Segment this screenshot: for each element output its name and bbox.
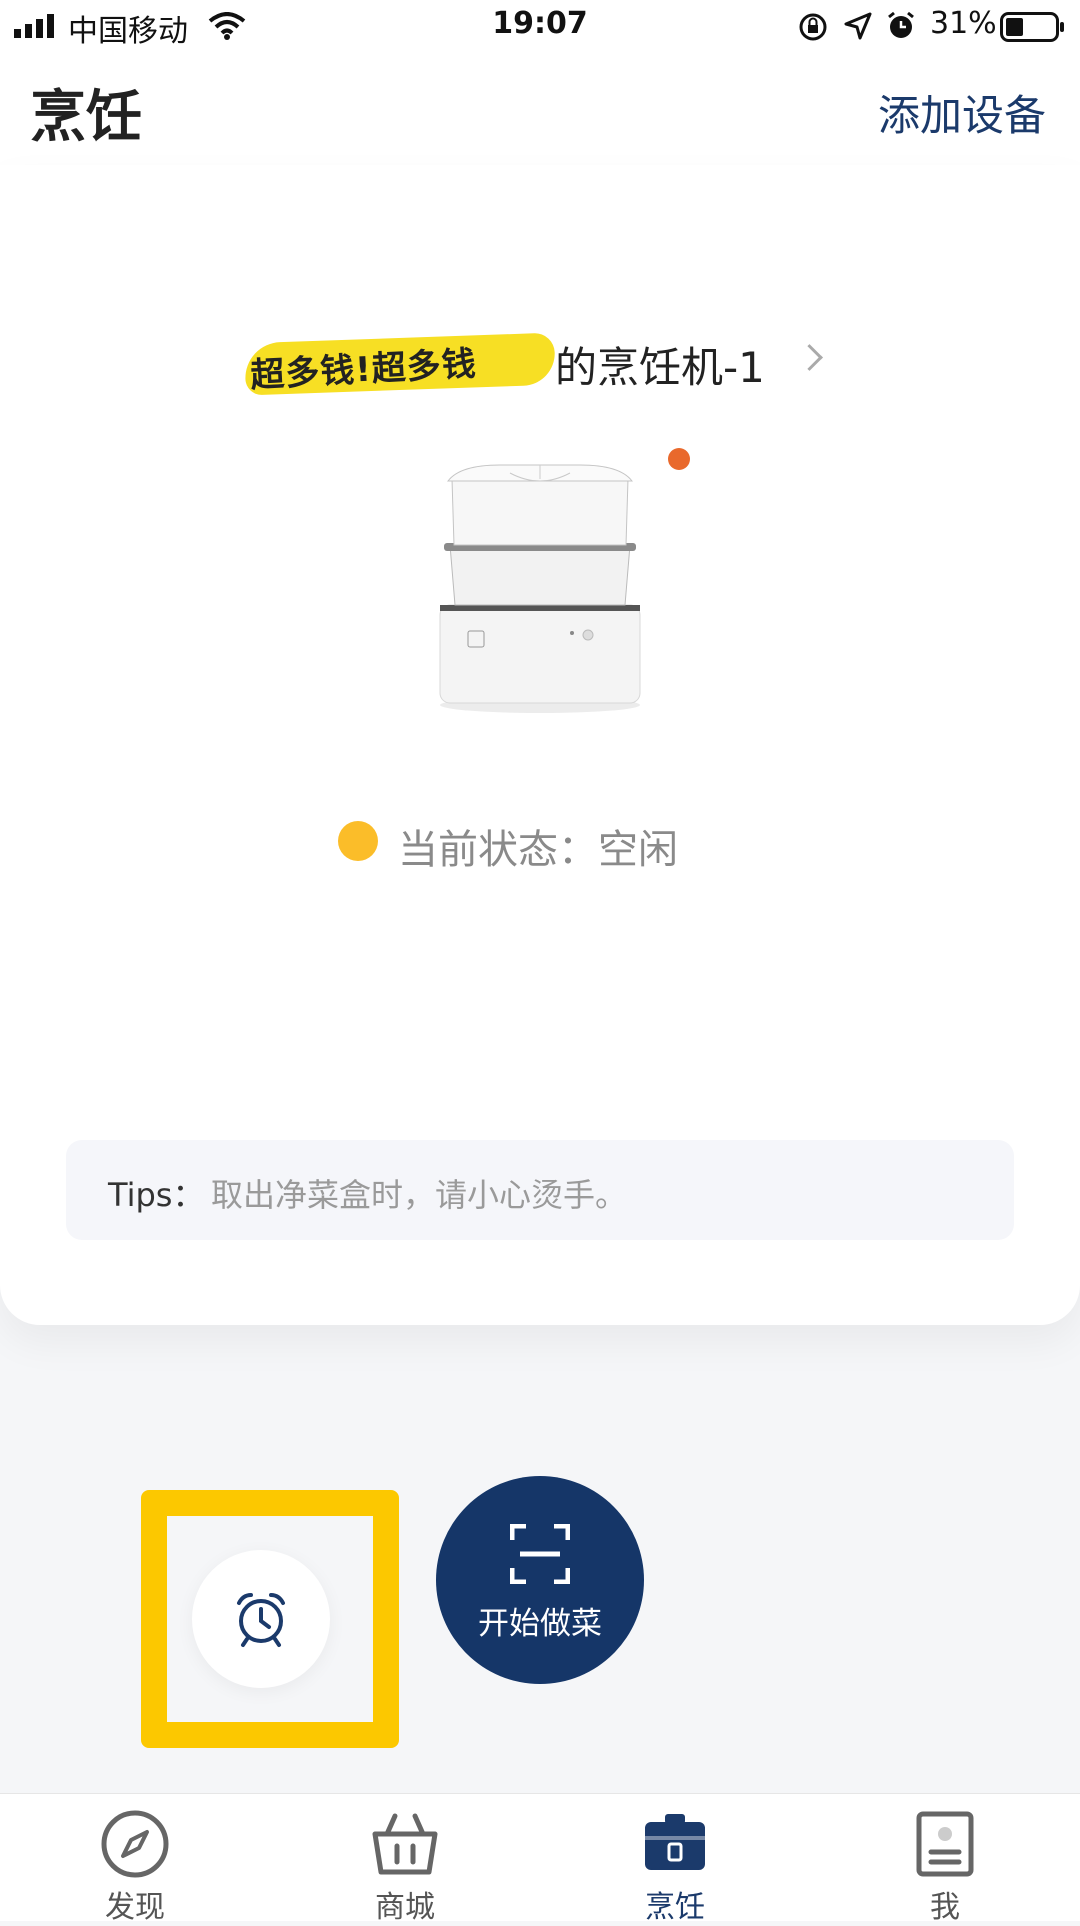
status-indicator-dot [338,821,378,861]
scan-icon [510,1524,570,1584]
location-icon [844,12,872,40]
clock-time: 19:07 [492,6,588,41]
device-name: 的烹饪机-1 [555,343,765,392]
basket-icon [372,1813,438,1875]
page-title: 烹饪 [30,85,142,150]
tab-label: 发现 [105,1890,165,1925]
battery-percentage: 31% [930,6,997,41]
status-bar: 中国移动 19:07 31% [0,0,1080,55]
add-device-button[interactable]: 添加设备 [878,82,1046,143]
compass-icon [101,1810,169,1878]
tab-label: 我 [930,1890,960,1925]
chevron-right-icon [796,344,823,371]
alarm-status-icon [888,11,914,38]
device-name-link[interactable]: 超多钱!超多钱 的烹饪机-1 [0,330,1080,396]
online-indicator-dot [668,448,690,470]
start-cooking-label: 开始做菜 [478,1606,602,1642]
device-status-row: 当前状态：空闲 [0,815,1080,875]
start-cooking-button[interactable]: 开始做菜 [436,1476,644,1684]
status-text: 当前状态：空闲 [398,827,678,873]
tab-discover[interactable]: 发现 [0,1794,270,1925]
tab-shop[interactable]: 商城 [270,1794,540,1925]
tips-label: Tips： [108,1176,205,1214]
tips-text: 取出净菜盒时，请小心烫手。 [211,1176,628,1214]
rotation-lock-icon [799,13,827,41]
cooker-appliance-image [439,464,641,713]
cooker-icon [645,1814,705,1870]
tab-cooking[interactable]: 烹饪 [540,1794,810,1925]
tab-me[interactable]: 我 [810,1794,1080,1925]
profile-icon [916,1811,974,1877]
battery-icon [1000,12,1064,42]
tab-bar: 发现 商城 烹饪 我 [0,1793,1080,1925]
tab-label: 商城 [375,1890,435,1925]
timer-button[interactable] [192,1550,330,1688]
alarm-clock-icon [237,1593,285,1647]
tips-box: Tips： 取出净菜盒时，请小心烫手。 [66,1140,1014,1240]
tab-label: 烹饪 [645,1890,705,1925]
